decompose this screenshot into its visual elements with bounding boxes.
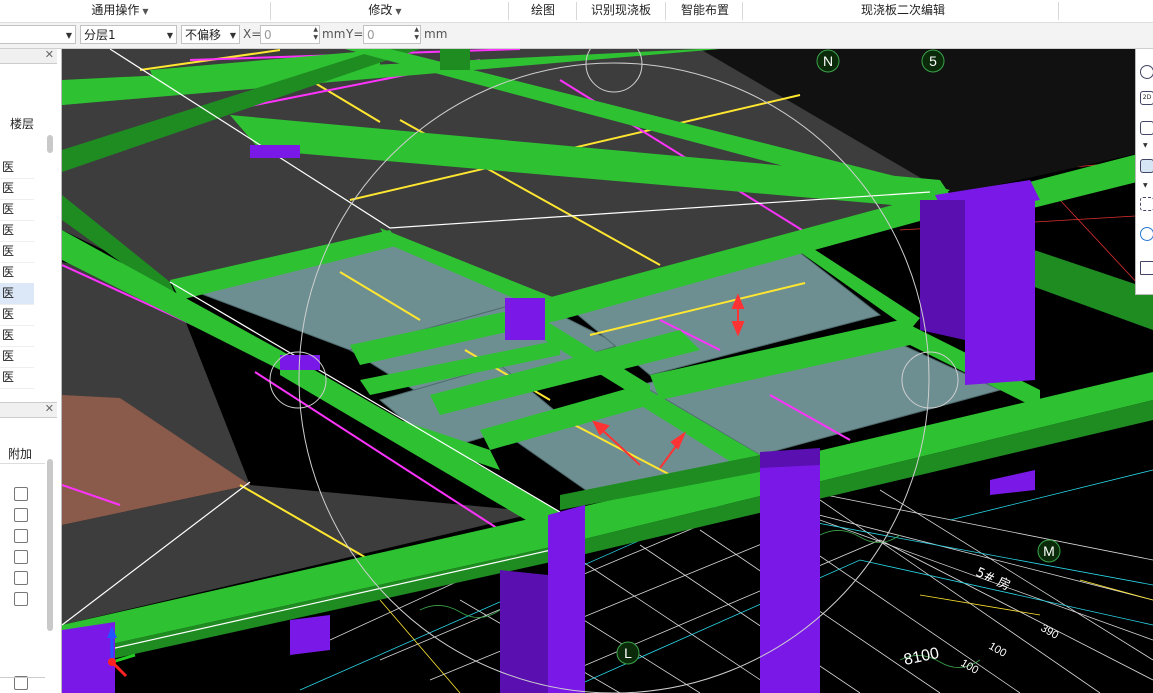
floor-list-item[interactable]: 医 bbox=[0, 199, 34, 221]
y-value: 0 bbox=[367, 28, 375, 42]
attach-checkbox[interactable] bbox=[14, 550, 28, 564]
x-label: X= bbox=[243, 27, 262, 41]
2d-label: 2D bbox=[1142, 94, 1152, 101]
floor-list-item[interactable]: 医 bbox=[0, 157, 34, 179]
identify-slab-label: 识别现浇板 bbox=[590, 3, 651, 17]
general-ops-menu[interactable]: 通用操作 ▼ bbox=[70, 0, 170, 22]
slab-edit-label: 现浇板二次编辑 bbox=[860, 3, 945, 17]
floor-list-item[interactable]: 医 bbox=[0, 178, 34, 200]
select-icon[interactable] bbox=[1140, 197, 1153, 211]
floor-item-label: 医 bbox=[2, 307, 15, 321]
axis-label-m: M bbox=[1043, 543, 1055, 559]
attach-checkbox[interactable] bbox=[14, 592, 28, 606]
floor-item-label: 医 bbox=[2, 265, 15, 279]
chevron-down-icon: ▼ bbox=[65, 31, 72, 40]
orbit-icon[interactable] bbox=[1140, 65, 1153, 79]
general-ops-label: 通用操作 bbox=[91, 3, 140, 17]
x-offset-input[interactable]: 0 ▲ ▼ bbox=[260, 25, 320, 44]
chevron-down-icon[interactable]: ▼ bbox=[1143, 182, 1148, 189]
slab-edit-tab[interactable]: 现浇板二次编辑 bbox=[852, 0, 954, 22]
floor-item-label: 医 bbox=[2, 244, 15, 258]
spinner-icon[interactable]: ▲ ▼ bbox=[414, 26, 419, 42]
floor-item-label: 医 bbox=[2, 286, 15, 300]
ribbon-bar: 通用操作 ▼ 修改 ▼ 绘图 识别现浇板 智能布置 现浇板二次编辑 bbox=[0, 0, 1153, 23]
floor-item-label: 医 bbox=[2, 349, 15, 363]
divider bbox=[508, 2, 509, 20]
floor-list-item[interactable]: 医 bbox=[0, 304, 34, 326]
x-unit: mm bbox=[322, 27, 346, 41]
divider bbox=[1058, 2, 1059, 20]
y-offset-input[interactable]: 0 ▲ ▼ bbox=[363, 25, 421, 44]
list-icon[interactable] bbox=[1140, 261, 1153, 275]
smart-layout-label: 智能布置 bbox=[680, 3, 729, 17]
close-icon[interactable]: ✕ bbox=[45, 48, 54, 61]
draw-tab[interactable]: 绘图 bbox=[522, 0, 564, 22]
divider bbox=[270, 2, 271, 20]
chevron-down-icon: ▼ bbox=[166, 31, 173, 40]
layer-value: 分层1 bbox=[84, 28, 116, 42]
attach-checkbox[interactable] bbox=[14, 529, 28, 543]
box-icon[interactable] bbox=[1140, 121, 1153, 135]
floor-list-item[interactable]: 医 bbox=[0, 346, 34, 368]
2d-icon[interactable]: 2D bbox=[1140, 91, 1153, 105]
smart-layout-tab[interactable]: 智能布置 bbox=[675, 0, 735, 22]
attach-checkbox[interactable] bbox=[14, 676, 28, 690]
rotate-icon[interactable] bbox=[1140, 227, 1153, 241]
floor-list-item[interactable]: 医 bbox=[0, 220, 34, 242]
attach-checkbox[interactable] bbox=[14, 487, 28, 501]
spinner-icon[interactable]: ▲ ▼ bbox=[313, 26, 318, 42]
chevron-down-icon[interactable]: ▼ bbox=[1143, 142, 1148, 149]
floor-item-label: 医 bbox=[2, 160, 15, 174]
offset-value: 不偏移 bbox=[185, 28, 222, 42]
floor-list-item[interactable]: 医 bbox=[0, 325, 34, 347]
property-scrollbar[interactable] bbox=[47, 459, 53, 631]
divider bbox=[0, 677, 45, 678]
floor-list-item[interactable]: 医 bbox=[0, 241, 34, 263]
modify-menu[interactable]: 修改 ▼ bbox=[355, 0, 415, 22]
floor-list-scrollbar[interactable] bbox=[47, 135, 53, 153]
modify-label: 修改 bbox=[368, 3, 393, 17]
axis-label-5: 5 bbox=[929, 53, 937, 69]
floor-item-label: 医 bbox=[2, 370, 15, 384]
dropdown-arrow-icon: ▼ bbox=[395, 7, 402, 16]
attach-checkbox[interactable] bbox=[14, 571, 28, 585]
y-unit: mm bbox=[424, 27, 448, 41]
floor-list-item[interactable]: 医 bbox=[0, 262, 34, 284]
3d-viewport[interactable]: N 5 M L 8100 100 100 390 5# 房 bbox=[62, 49, 1153, 693]
x-value: 0 bbox=[264, 28, 272, 42]
model-canvas[interactable]: N 5 M L 8100 100 100 390 5# 房 bbox=[62, 49, 1153, 693]
floor-list-item[interactable]: 医 bbox=[0, 367, 34, 389]
view-toolbar: 2D ▼ ▼ bbox=[1135, 49, 1153, 295]
chevron-down-icon: ▼ bbox=[229, 31, 236, 40]
prop-column-header: 附加 bbox=[0, 435, 45, 464]
floor-column-header: 楼层 bbox=[9, 117, 34, 131]
draw-label: 绘图 bbox=[530, 3, 555, 17]
prop-header-label: 附加 bbox=[8, 447, 33, 461]
property-panel-header: ✕ bbox=[0, 402, 57, 418]
dropdown-arrow-icon: ▼ bbox=[142, 7, 149, 16]
y-label: Y= bbox=[346, 27, 364, 41]
floor-item-label: 医 bbox=[2, 223, 15, 237]
axis-label-n: N bbox=[823, 53, 833, 69]
left-panel: ✕ 楼层 医医医医医医医医医医医 ✕ 附加 bbox=[0, 48, 62, 693]
close-icon[interactable]: ✕ bbox=[45, 402, 54, 415]
offset-select[interactable]: 不偏移 ▼ bbox=[181, 25, 240, 44]
options-bar: ▼ 分层1 ▼ 不偏移 ▼ X= 0 ▲ ▼ mm Y= 0 ▲ ▼ mm bbox=[0, 23, 1153, 49]
layer-select[interactable]: 分层1 ▼ bbox=[80, 25, 177, 44]
box-icon[interactable] bbox=[1140, 159, 1153, 173]
attach-checkbox[interactable] bbox=[14, 508, 28, 522]
identify-slab-tab[interactable]: 识别现浇板 bbox=[585, 0, 657, 22]
floor-list-item[interactable]: 医 bbox=[0, 283, 34, 305]
floor-panel-header: ✕ bbox=[0, 48, 57, 64]
component-select[interactable]: ▼ bbox=[0, 25, 76, 44]
floor-item-label: 医 bbox=[2, 181, 15, 195]
divider bbox=[665, 2, 666, 20]
divider bbox=[576, 2, 577, 20]
floor-item-label: 医 bbox=[2, 202, 15, 216]
divider bbox=[742, 2, 743, 20]
floor-item-label: 医 bbox=[2, 328, 15, 342]
axis-label-l: L bbox=[624, 645, 632, 661]
